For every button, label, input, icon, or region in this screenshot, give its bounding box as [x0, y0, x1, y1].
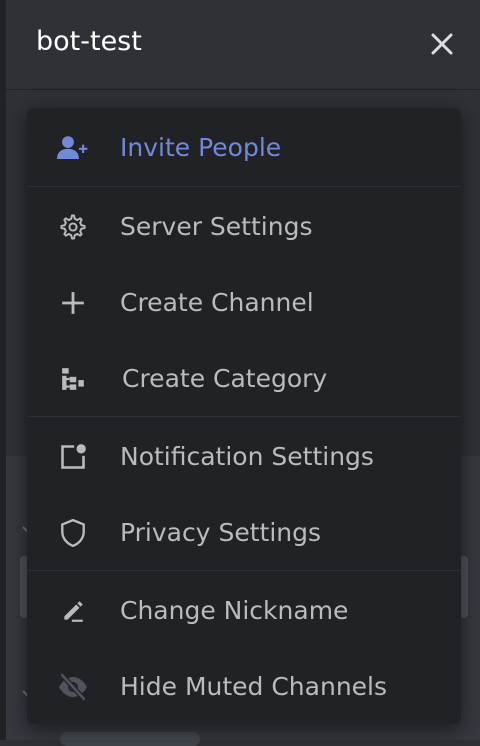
menu-item-server-settings[interactable]: Server Settings [27, 189, 461, 265]
menu-item-privacy-settings[interactable]: Privacy Settings [27, 495, 461, 571]
menu-item-hide-muted-channels[interactable]: Hide Muted Channels [27, 649, 461, 724]
menu-item-label: Change Nickname [120, 596, 349, 625]
category-icon [57, 363, 89, 395]
shield-icon [57, 517, 89, 549]
menu-divider [27, 186, 461, 187]
menu-item-create-channel[interactable]: Create Channel [27, 265, 461, 341]
menu-item-invite-people[interactable]: Invite People [27, 110, 461, 186]
menu-divider [27, 416, 461, 417]
close-icon [431, 33, 453, 55]
scrollbar-thumb[interactable] [460, 556, 468, 618]
close-button[interactable] [424, 26, 460, 62]
server-menu: Invite People Server Settings Create Cha… [27, 108, 461, 724]
menu-item-label: Create Channel [120, 288, 314, 317]
menu-item-label: Invite People [120, 133, 282, 162]
notification-icon [57, 441, 89, 473]
server-header: bot-test [6, 0, 480, 90]
plus-icon [57, 287, 89, 319]
menu-item-label: Server Settings [120, 212, 313, 241]
menu-item-label: Privacy Settings [120, 518, 322, 547]
menu-item-label: Notification Settings [120, 442, 374, 471]
menu-item-notification-settings[interactable]: Notification Settings [27, 419, 461, 495]
menu-item-label: Create Category [122, 364, 328, 393]
menu-item-change-nickname[interactable]: Change Nickname [27, 573, 461, 649]
channel-item-background [60, 732, 200, 746]
server-name: bot-test [36, 26, 142, 57]
menu-item-create-category[interactable]: Create Category [27, 341, 461, 417]
pencil-icon [57, 595, 89, 627]
menu-divider [27, 570, 461, 571]
add-person-icon [57, 132, 89, 164]
gear-icon [57, 211, 89, 243]
eye-slash-icon [57, 671, 89, 703]
menu-item-label: Hide Muted Channels [120, 672, 388, 701]
